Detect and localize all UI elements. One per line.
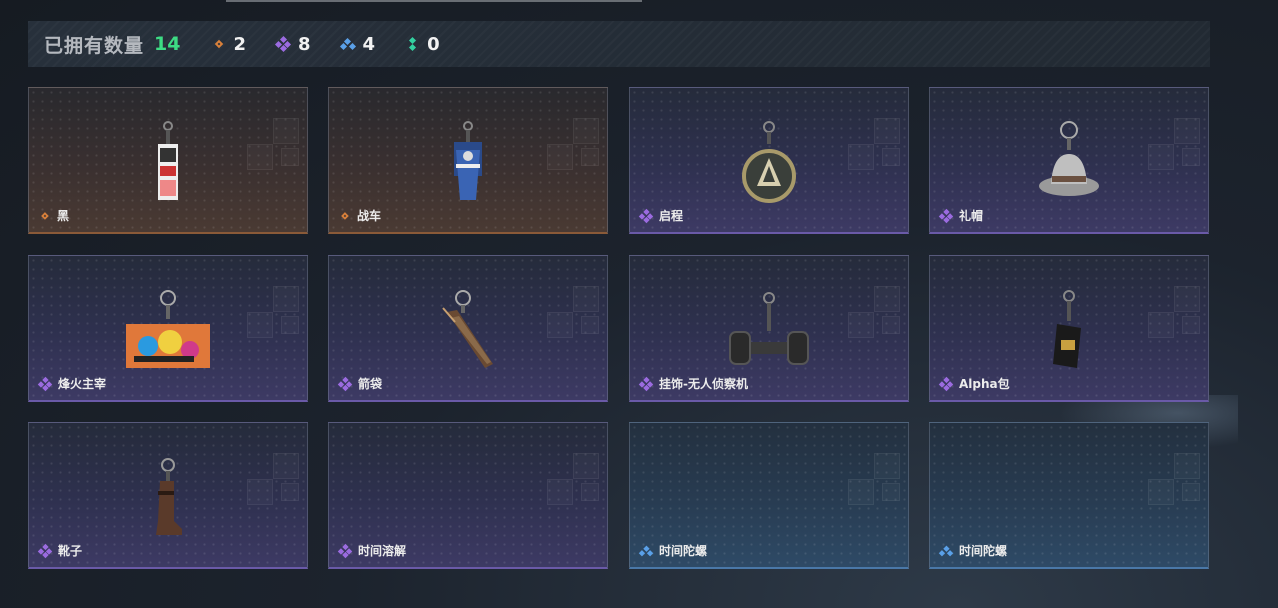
purple-rarity-icon <box>337 543 353 558</box>
quiver-charm-icon <box>433 288 503 376</box>
fedora-hat-charm-icon <box>1037 120 1101 208</box>
medallion-charm-icon <box>741 120 797 208</box>
charm-name: 战车 <box>357 209 382 223</box>
purple-rarity-icon <box>938 376 954 391</box>
green-rarity-icon <box>405 36 419 52</box>
blue-count: 4 <box>362 33 376 55</box>
blue-rarity-icon <box>938 544 954 557</box>
charm-card[interactable]: 烽火主宰 <box>28 255 308 402</box>
green-count: 0 <box>427 33 440 55</box>
purple-rarity-icon <box>638 208 654 223</box>
purple-rarity-icon <box>337 376 353 391</box>
owned-count-title: 已拥有数量 <box>44 34 145 57</box>
charm-card[interactable]: 战车 <box>328 87 608 234</box>
green-count-stat: 0 <box>405 34 440 55</box>
purple-rarity-icon <box>274 35 292 53</box>
charm-card[interactable]: Alpha包 <box>929 255 1209 402</box>
charm-card[interactable]: 时间陀螺 <box>629 422 909 569</box>
charm-name: 靴子 <box>58 544 83 558</box>
charm-card[interactable]: 靴子 <box>28 422 308 569</box>
charm-name: 时间溶解 <box>358 544 407 558</box>
purple-rarity-icon <box>37 376 53 391</box>
purple-rarity-icon <box>938 208 954 223</box>
charm-card[interactable]: 挂饰-无人侦察机 <box>629 255 909 402</box>
charm-name: 礼帽 <box>959 209 984 223</box>
charm-name: Alpha包 <box>959 377 1010 391</box>
owned-count-bar: 已拥有数量 14 2 8 4 0 <box>28 21 1210 67</box>
charm-name: 箭袋 <box>358 377 383 391</box>
alpha-pack-charm-icon <box>1049 288 1089 376</box>
boot-charm-icon <box>148 455 188 543</box>
blue-rarity-icon <box>638 544 654 557</box>
purple-count: 8 <box>298 33 311 55</box>
purple-rarity-icon <box>37 543 53 558</box>
charm-card[interactable]: 时间陀螺 <box>929 422 1209 569</box>
poster-tag-charm-icon <box>153 120 183 208</box>
drone-wheel-charm-icon <box>724 288 814 376</box>
charm-name: 黑 <box>57 209 70 223</box>
orange-count-stat: 2 <box>212 34 246 55</box>
banner-figure-charm-icon <box>446 120 490 208</box>
orange-rarity-icon <box>339 210 351 222</box>
blue-count-stat: 4 <box>339 33 376 55</box>
charm-card[interactable]: 黑 <box>28 87 308 234</box>
charm-card[interactable]: 启程 <box>629 87 909 234</box>
orange-rarity-icon <box>39 210 51 222</box>
purple-rarity-icon <box>638 376 654 391</box>
charm-name: 挂饰-无人侦察机 <box>659 377 748 391</box>
owned-total-count: 14 <box>154 33 181 55</box>
purple-count-stat: 8 <box>274 33 311 55</box>
top-divider-line <box>226 0 642 2</box>
charm-card[interactable]: 礼帽 <box>929 87 1209 234</box>
orange-count: 2 <box>233 33 246 55</box>
graffiti-container-charm-icon <box>124 288 212 376</box>
charm-name: 启程 <box>659 209 684 223</box>
charm-name: 烽火主宰 <box>58 377 107 391</box>
charm-name: 时间陀螺 <box>659 544 708 558</box>
blue-rarity-icon <box>339 37 356 51</box>
orange-rarity-icon <box>212 38 225 51</box>
charm-card[interactable]: 箭袋 <box>328 255 608 402</box>
charm-name: 时间陀螺 <box>959 544 1008 558</box>
charm-card[interactable]: 时间溶解 <box>328 422 608 569</box>
